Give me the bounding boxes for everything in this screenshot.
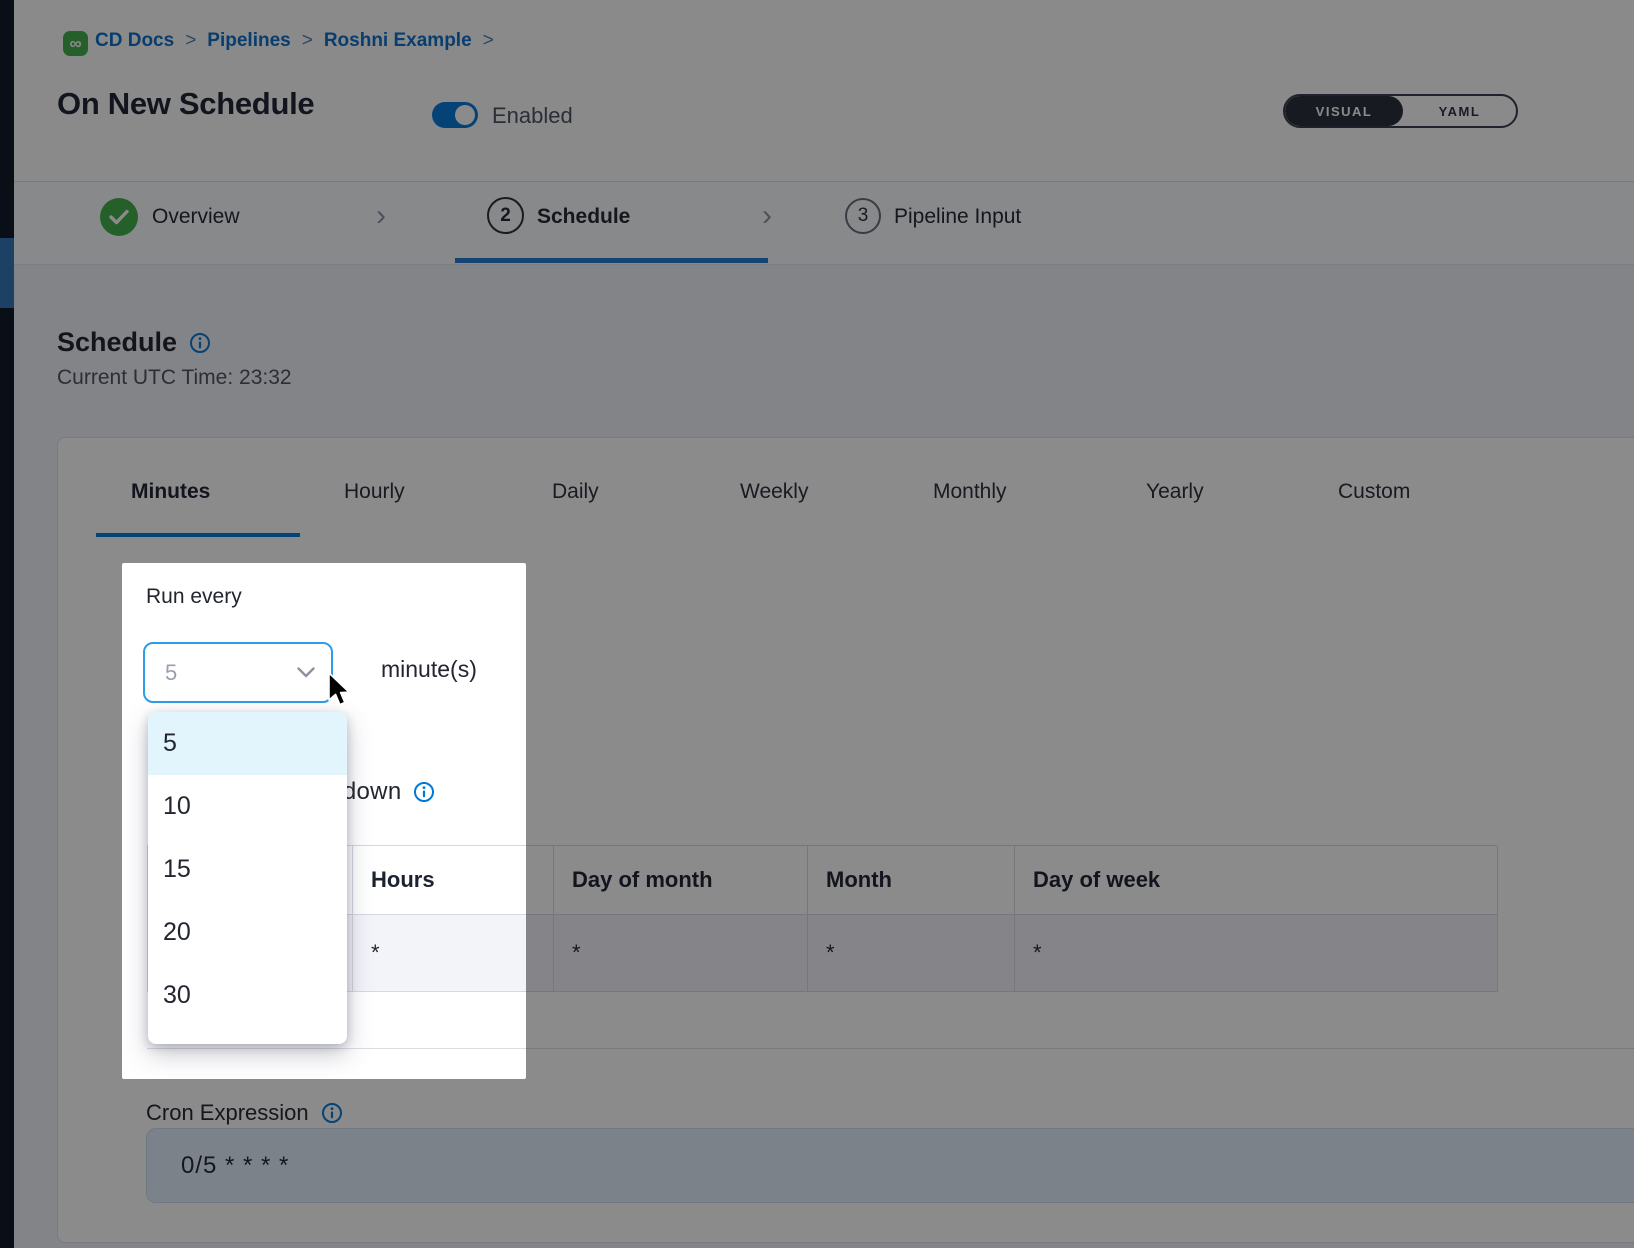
run-every-label: Run every [146,585,242,609]
tab-monthly[interactable]: Monthly [933,480,1007,504]
info-icon[interactable] [189,332,211,354]
enabled-label: Enabled [492,103,573,129]
chevron-right-icon: › [762,198,772,234]
cell-day-of-month: * [554,915,808,992]
breadcrumb-link-pipelines[interactable]: Pipelines [207,30,290,52]
cell-month: * [808,915,1015,992]
breadcrumb-separator: > [483,30,494,52]
breadcrumb-link-cd-docs[interactable]: CD Docs [95,30,174,52]
cell-hours: * [353,915,554,992]
step-schedule-number[interactable]: 2 [487,197,524,234]
step-overview-label[interactable]: Overview [152,205,240,229]
cron-expression-label-text: Cron Expression [146,1100,309,1126]
check-icon [109,209,129,225]
step-pipeline-input-label[interactable]: Pipeline Input [894,205,1021,229]
cron-breakdown-table: Hours Day of month Month Day of week * *… [147,845,1497,992]
minutes-select-value: 5 [165,660,177,686]
tab-minutes[interactable]: Minutes [131,480,210,504]
active-tab-underline [96,533,300,537]
column-header-month: Month [808,846,1015,915]
section-heading: Schedule [57,327,211,358]
dropdown-option-20[interactable]: 20 [148,901,347,964]
info-icon[interactable] [413,781,435,803]
minutes-dropdown-menu: 5 10 15 20 30 [148,712,347,1044]
visual-mode-button[interactable]: VISUAL [1285,96,1403,126]
toggle-knob [455,105,475,125]
breadcrumb-separator: > [185,30,196,52]
section-heading-text: Schedule [57,327,177,358]
chevron-right-icon: › [376,198,386,234]
active-step-underline [455,258,768,263]
step-schedule-label[interactable]: Schedule [537,205,630,229]
left-nav-strip [0,0,14,1248]
current-utc-time: Current UTC Time: 23:32 [57,366,292,390]
tab-yearly[interactable]: Yearly [1146,480,1204,504]
breadcrumb-link-roshni-example[interactable]: Roshni Example [324,30,472,52]
cron-expression-input[interactable]: 0/5 * * * * [146,1128,1634,1203]
dropdown-option-30[interactable]: 30 [148,964,347,1027]
step-pipeline-input-number[interactable]: 3 [845,198,881,234]
tab-weekly[interactable]: Weekly [740,480,808,504]
breadcrumb-separator: > [302,30,313,52]
cell-day-of-week: * [1015,915,1498,992]
cd-module-icon: ∞ [63,31,88,56]
column-header-day-of-week: Day of week [1015,846,1498,915]
chevron-down-icon [297,667,315,678]
page-title: On New Schedule [57,86,314,122]
page: ∞ CD Docs > Pipelines > Roshni Example >… [0,0,1634,1248]
content-divider [147,1048,1634,1049]
dropdown-option-5[interactable]: 5 [148,712,347,775]
dropdown-option-10[interactable]: 10 [148,775,347,838]
wizard-steps-bar [14,182,1634,265]
info-icon[interactable] [321,1102,343,1124]
dropdown-option-15[interactable]: 15 [148,838,347,901]
enabled-toggle[interactable] [432,102,478,128]
visual-yaml-switch: VISUAL YAML [1283,94,1518,128]
yaml-mode-button[interactable]: YAML [1403,96,1516,126]
tab-daily[interactable]: Daily [552,480,599,504]
tab-hourly[interactable]: Hourly [344,480,405,504]
breadcrumb: CD Docs > Pipelines > Roshni Example > [95,30,494,52]
cron-expression-label: Cron Expression [146,1100,343,1126]
step-overview-check[interactable] [100,198,138,236]
minutes-unit-label: minute(s) [381,656,477,683]
column-header-hours: Hours [353,846,554,915]
tab-custom[interactable]: Custom [1338,480,1410,504]
column-header-day-of-month: Day of month [554,846,808,915]
minutes-select[interactable]: 5 [143,642,333,703]
left-nav-active-indicator [0,238,14,308]
